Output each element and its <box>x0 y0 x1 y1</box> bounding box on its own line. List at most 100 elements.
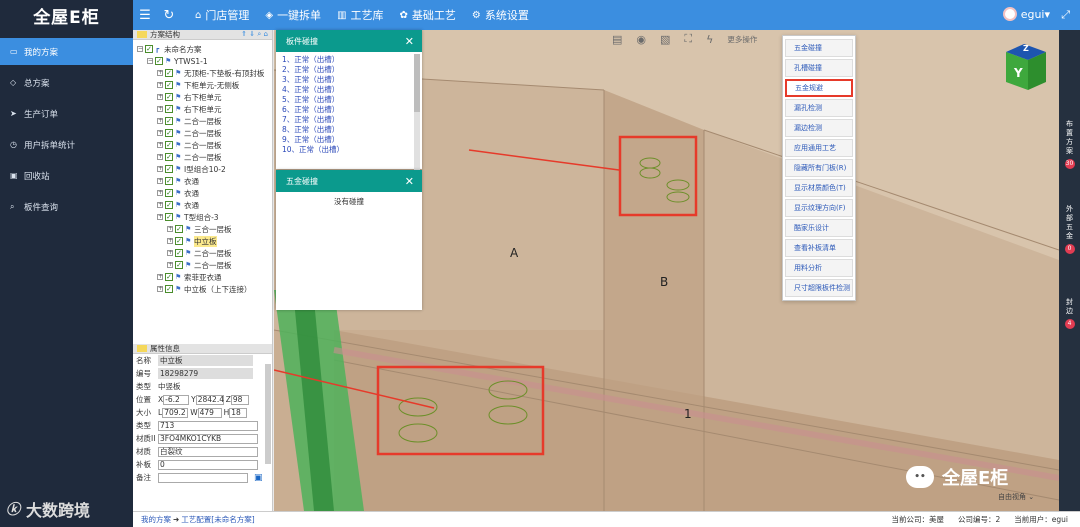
tree-expand-icon[interactable]: + <box>157 142 163 148</box>
menu-item[interactable]: 应用通用工艺 <box>785 139 853 157</box>
rail-external-hardware[interactable]: 外部五金 0 <box>1059 205 1080 254</box>
view-mode-selector[interactable]: 自由视角 ⌄ <box>998 492 1034 502</box>
menu-item[interactable]: 隐藏所有门板(R) <box>785 159 853 177</box>
list-item[interactable]: 5、正常（出槽） <box>282 95 416 105</box>
tree-checkbox[interactable]: ✓ <box>175 237 183 245</box>
tree-node[interactable]: + ✓ ⚑ 三合一层板 <box>133 223 272 235</box>
expand-all-icon[interactable]: ⇑ <box>241 30 247 38</box>
close-icon[interactable]: ✕ <box>405 35 414 48</box>
tree-node[interactable]: + ✓ ⚑ 二合一层板 <box>133 115 272 127</box>
tree-node[interactable]: + ✓ ⚑ 二合一层板 <box>133 259 272 271</box>
tree-checkbox[interactable]: ✓ <box>165 273 173 281</box>
tree-checkbox[interactable]: ✓ <box>165 93 173 101</box>
tree-expand-icon[interactable]: + <box>157 106 163 112</box>
tree-expand-icon[interactable]: + <box>167 250 173 256</box>
tree-checkbox[interactable]: ✓ <box>165 213 173 221</box>
tree-expand-icon[interactable]: + <box>157 202 163 208</box>
save-icon[interactable]: ▣ <box>254 473 263 483</box>
home-icon[interactable]: ⌂ <box>264 30 268 38</box>
tree-checkbox[interactable]: ✓ <box>175 249 183 257</box>
nav-store-management[interactable]: ⌂ 门店管理 <box>187 0 257 30</box>
menu-item[interactable]: 用料分析 <box>785 259 853 277</box>
prop-name-value[interactable]: 中立板 <box>158 355 253 366</box>
tree-expand-icon[interactable]: + <box>167 262 173 268</box>
sidebar-item-user-stats[interactable]: ◷ 用户拆单统计 <box>0 131 133 158</box>
layers-icon[interactable]: ▧ <box>660 33 670 46</box>
menu-item[interactable]: 五金碰撞 <box>785 39 853 57</box>
tree-checkbox[interactable]: ✓ <box>165 69 173 77</box>
scrollbar-thumb[interactable] <box>414 54 420 112</box>
sidebar-item-all-plans[interactable]: ◇ 总方案 <box>0 69 133 96</box>
menu-item[interactable]: 酷家乐设计 <box>785 219 853 237</box>
tree-expand-icon[interactable]: − <box>137 46 143 52</box>
tree-expand-icon[interactable]: + <box>157 154 163 160</box>
tree-expand-icon[interactable]: + <box>157 274 163 280</box>
tree-checkbox[interactable]: ✓ <box>165 177 173 185</box>
breadcrumb-home[interactable]: 我的方案 <box>141 514 171 525</box>
list-item[interactable]: 3、正常（出槽） <box>282 75 416 85</box>
prop-material1-input[interactable]: 3FO4MKO1CYKB <box>158 433 258 444</box>
tree-node[interactable]: + ✓ ⚑ 索菲亚衣通 <box>133 271 272 283</box>
nav-one-click-split[interactable]: ◈ 一键拆单 <box>257 0 329 30</box>
list-item[interactable]: 6、正常（出槽） <box>282 105 416 115</box>
list-item[interactable]: 2、正常（出槽） <box>282 65 416 75</box>
pos-z-input[interactable]: 98 <box>230 394 249 405</box>
menu-item[interactable]: 显示纹理方向(F) <box>785 199 853 217</box>
list-item[interactable]: 9、正常（出槽） <box>282 135 416 145</box>
tree-expand-icon[interactable]: + <box>157 166 163 172</box>
tree-checkbox[interactable]: ✓ <box>165 201 173 209</box>
tree-node[interactable]: + ✓ ⚑ T型组合-3 <box>133 211 272 223</box>
tree-expand-icon[interactable]: + <box>157 70 163 76</box>
tree-checkbox[interactable]: ✓ <box>155 57 163 65</box>
nav-system-settings[interactable]: ⚙ 系统设置 <box>464 0 537 30</box>
breadcrumb-current[interactable]: 工艺配置[未命名方案] <box>181 514 254 525</box>
nav-craft-library[interactable]: ▥ 工艺库 <box>329 0 391 30</box>
list-item[interactable]: 4、正常（出槽） <box>282 85 416 95</box>
refresh-icon[interactable]: ↻ <box>157 8 181 23</box>
tree-checkbox[interactable]: ✓ <box>165 189 173 197</box>
tree-checkbox[interactable]: ✓ <box>165 117 173 125</box>
menu-item[interactable]: 尺寸超限板件检测 <box>785 279 853 297</box>
menu-item[interactable]: 孔槽碰撞 <box>785 59 853 77</box>
sidebar-item-board-query[interactable]: ⌕ 板件查询 <box>0 193 133 220</box>
sidebar-item-my-plans[interactable]: ▭ 我的方案 <box>0 38 133 65</box>
tree-checkbox[interactable]: ✓ <box>145 45 153 53</box>
property-scrollbar[interactable] <box>265 364 271 464</box>
rail-edge-banding[interactable]: 封边 4 <box>1059 298 1080 329</box>
pos-y-input[interactable]: 2842.4 <box>195 394 224 405</box>
sidebar-item-recycle-bin[interactable]: ▣ 回收站 <box>0 162 133 189</box>
menu-item[interactable]: 漏孔检测 <box>785 99 853 117</box>
tree-checkbox[interactable]: ✓ <box>175 261 183 269</box>
tree-checkbox[interactable]: ✓ <box>165 153 173 161</box>
tree-node[interactable]: + ✓ ⚑ 二合一层板 <box>133 151 272 163</box>
prop-kind-input[interactable]: 713 <box>158 420 258 431</box>
tree-expand-icon[interactable]: − <box>147 58 153 64</box>
tree-expand-icon[interactable]: + <box>157 94 163 100</box>
tree-node[interactable]: + ✓ ⚑ 二合一层板 <box>133 139 272 151</box>
prop-note-input[interactable] <box>158 472 248 483</box>
list-item[interactable]: 10、正常（出槽） <box>282 145 416 155</box>
prop-patch-input[interactable]: 0 <box>158 459 258 470</box>
size-w-input[interactable]: 479 <box>197 407 222 418</box>
rail-layout-plan[interactable]: 布置方案 30 <box>1059 120 1080 169</box>
size-l-input[interactable]: 709.2 <box>162 407 189 418</box>
pos-x-input[interactable]: -6.2 <box>163 394 190 405</box>
board-collision-scrollbar[interactable] <box>414 54 420 170</box>
size-h-input[interactable]: 18 <box>229 407 248 418</box>
close-icon[interactable]: ✕ <box>405 175 414 188</box>
menu-item[interactable]: 漏边检测 <box>785 119 853 137</box>
search-icon[interactable]: ⌕ <box>257 30 261 38</box>
tree-checkbox[interactable]: ✓ <box>165 129 173 137</box>
tree-checkbox[interactable]: ✓ <box>165 141 173 149</box>
tree-checkbox[interactable]: ✓ <box>165 285 173 293</box>
collapse-all-icon[interactable]: ⇓ <box>249 30 255 38</box>
tree-checkbox[interactable]: ✓ <box>165 165 173 173</box>
list-item[interactable]: 1、正常（出槽） <box>282 55 416 65</box>
tree-expand-icon[interactable]: + <box>157 190 163 196</box>
tree-expand-icon[interactable]: + <box>157 130 163 136</box>
tree-node[interactable]: − ✓ ┏ 未命名方案 <box>133 43 272 55</box>
user-menu[interactable]: egui ▾ <box>1002 7 1050 21</box>
list-item[interactable]: 8、正常（出槽） <box>282 125 416 135</box>
tree-node[interactable]: + ✓ ⚑ 中立板（上下连接） <box>133 283 272 295</box>
tree-node[interactable]: + ✓ ⚑ 二合一层板 <box>133 247 272 259</box>
